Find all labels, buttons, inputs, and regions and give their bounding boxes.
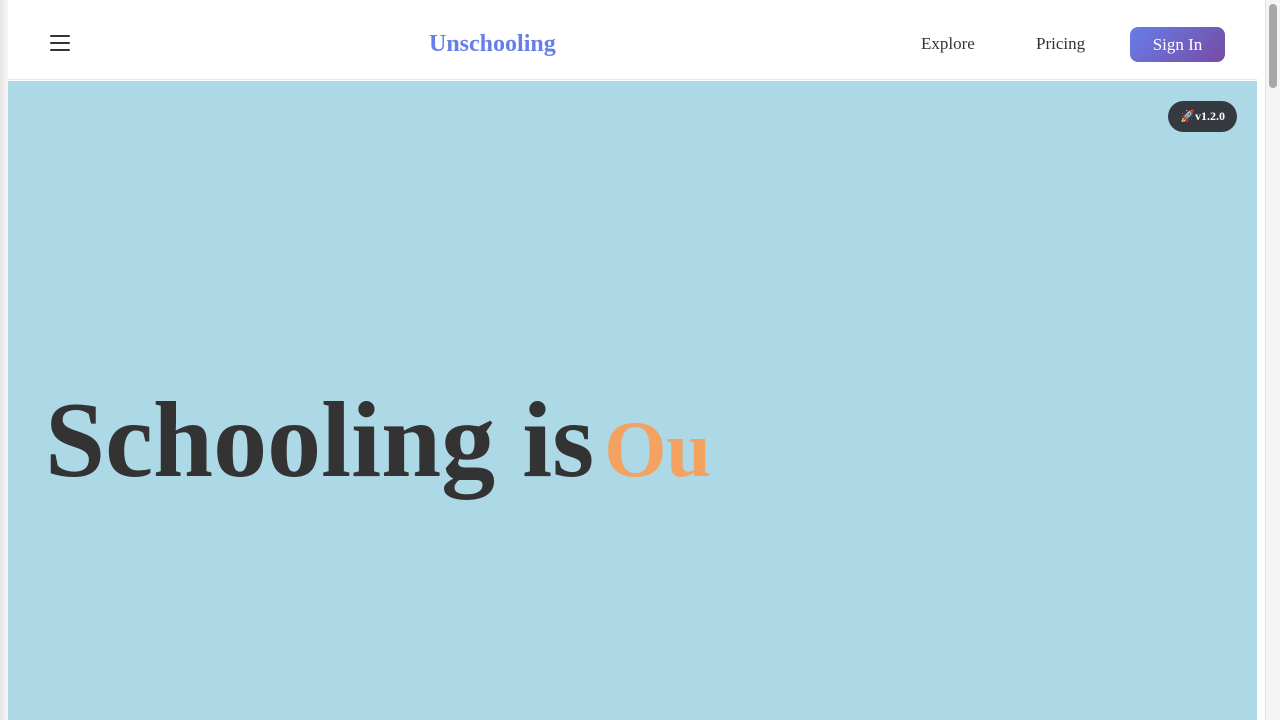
site-header: Unschooling Explore Pricing Sign In	[8, 0, 1257, 80]
page: Unschooling Explore Pricing Sign In 🚀v1.…	[8, 0, 1257, 720]
hero-section: 🚀v1.2.0 Schooling is Ou	[8, 81, 1257, 720]
vertical-scrollbar[interactable]	[1265, 0, 1280, 720]
left-edge-shadow	[0, 0, 8, 720]
sign-in-button[interactable]: Sign In	[1130, 27, 1225, 62]
hamburger-menu-icon[interactable]	[50, 35, 70, 51]
hero-title: Schooling is Ou	[45, 379, 711, 512]
nav-link-explore[interactable]: Explore	[921, 34, 975, 54]
scrollbar-thumb[interactable]	[1269, 4, 1277, 88]
hero-title-main: Schooling is	[45, 381, 595, 500]
menu-icon-bar	[50, 49, 70, 51]
nav-link-pricing[interactable]: Pricing	[1036, 34, 1085, 54]
menu-icon-bar	[50, 35, 70, 37]
version-badge: 🚀v1.2.0	[1168, 101, 1237, 132]
site-logo[interactable]: Unschooling	[429, 28, 556, 60]
hero-title-accent: Ou	[604, 406, 711, 494]
menu-icon-bar	[50, 42, 70, 44]
